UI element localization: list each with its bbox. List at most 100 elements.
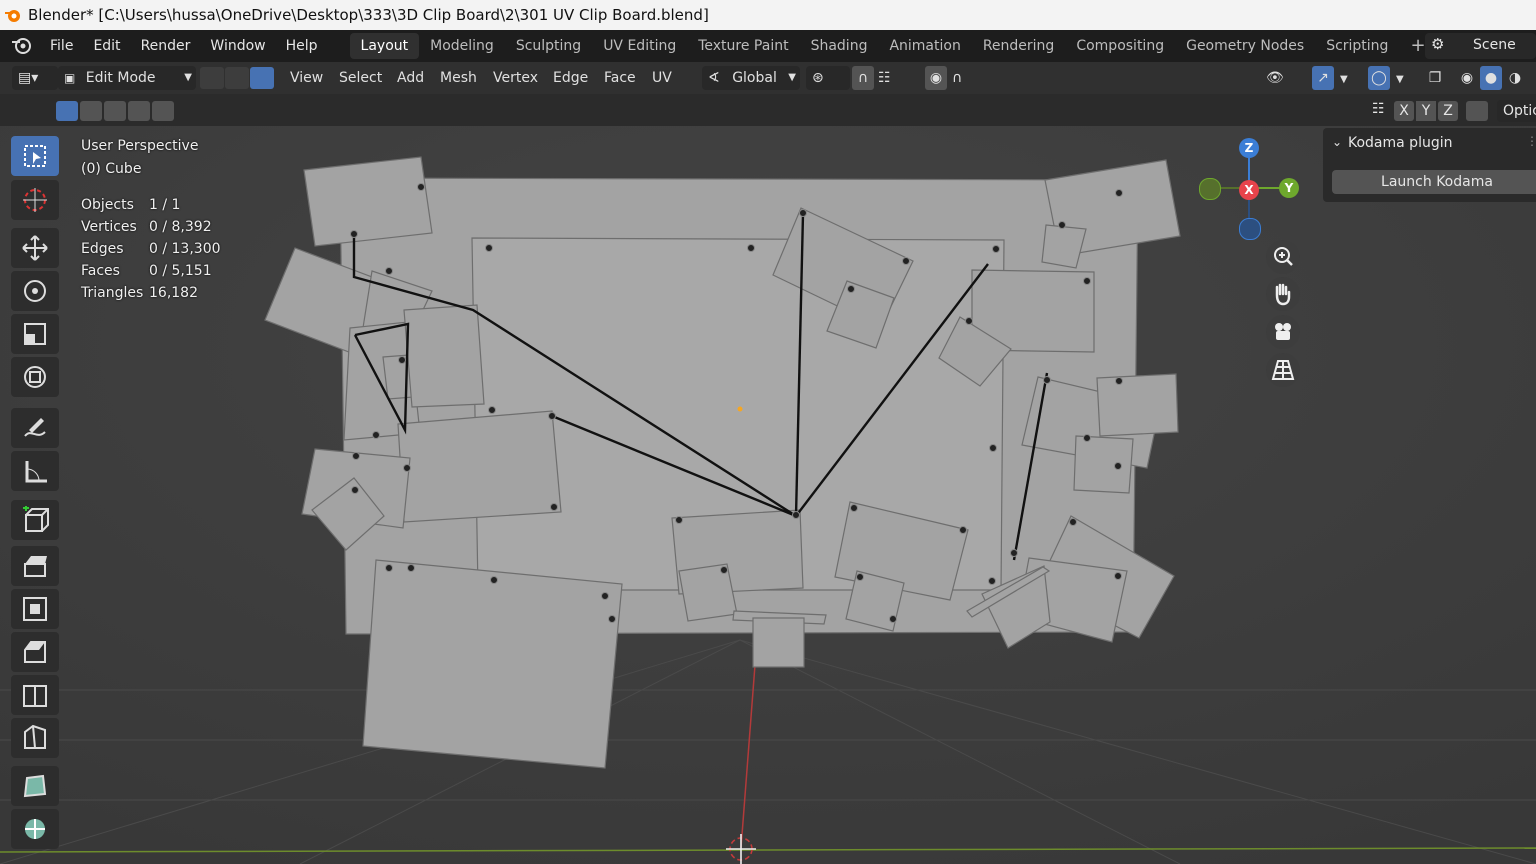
tab-layout[interactable]: Layout [349, 33, 420, 59]
select-intersect-button[interactable] [152, 101, 174, 121]
overlays-icon: ◯ [1371, 70, 1387, 86]
mirror-icon[interactable]: ☷ [1372, 101, 1385, 117]
menu-edge[interactable]: Edge [553, 66, 588, 90]
mirror-y-toggle[interactable]: Y [1416, 101, 1436, 121]
mirror-z-toggle[interactable]: Z [1438, 101, 1458, 121]
knife-tool[interactable] [11, 718, 59, 758]
stat-value-objects: 1 / 1 [149, 197, 181, 213]
topology-mirror-toggle[interactable] [1466, 101, 1488, 121]
transform-orientation-selector[interactable]: ∢ Global ▼ [702, 66, 800, 90]
tab-shading[interactable]: Shading [800, 33, 879, 59]
mirror-x-toggle[interactable]: X [1394, 101, 1414, 121]
transform-tool[interactable] [11, 357, 59, 397]
add-cube-tool[interactable] [11, 500, 59, 540]
tab-rendering[interactable]: Rendering [972, 33, 1066, 59]
gizmo-neg-y-axis[interactable] [1199, 178, 1221, 200]
move-icon [22, 235, 48, 261]
falloff-selector[interactable]: ∩ [952, 66, 986, 90]
proportional-edit-toggle[interactable]: ◉ [925, 66, 947, 90]
menu-file[interactable]: File [40, 30, 83, 62]
pan-button[interactable] [1266, 277, 1300, 311]
mode-selector[interactable]: ▣ Edit Mode ▼ [58, 66, 196, 90]
panel-title[interactable]: Kodama plugin [1348, 135, 1452, 151]
editor-type-selector[interactable]: ▤▾ [12, 66, 58, 90]
loop-cut-tool[interactable] [11, 675, 59, 715]
view-name: User Perspective [81, 138, 199, 154]
select-box-tool[interactable] [11, 136, 59, 176]
shading-solid-button[interactable]: ● [1480, 66, 1502, 90]
menu-add[interactable]: Add [397, 66, 424, 90]
face-select-mode-button[interactable] [250, 67, 274, 89]
vertex-select-mode-button[interactable] [200, 67, 224, 89]
zoom-button[interactable] [1266, 240, 1300, 274]
select-new-button[interactable] [56, 101, 78, 121]
tab-texture-paint[interactable]: Texture Paint [687, 33, 799, 59]
tab-animation[interactable]: Animation [878, 33, 971, 59]
shading-wireframe-button[interactable]: ◉ [1456, 66, 1478, 90]
select-extend-button[interactable] [80, 101, 102, 121]
chevron-down-icon[interactable]: ⌄ [1332, 135, 1342, 149]
gizmo-x-axis[interactable]: X [1239, 180, 1259, 200]
3d-viewport[interactable]: User Perspective (0) Cube Objects 1 / 1 … [0, 126, 1536, 864]
tab-compositing[interactable]: Compositing [1065, 33, 1175, 59]
menu-select[interactable]: Select [339, 66, 382, 90]
projection-toggle-button[interactable] [1266, 353, 1300, 387]
drag-handle-icon[interactable]: ⋮ [1526, 134, 1536, 148]
cursor-tool[interactable] [11, 180, 59, 220]
shading-material-button[interactable]: ◑ [1504, 66, 1526, 90]
scale-tool[interactable] [11, 314, 59, 354]
inset-tool[interactable] [11, 589, 59, 629]
options-dropdown[interactable]: Optic [1497, 100, 1536, 122]
gizmo-y-axis[interactable]: Y [1279, 178, 1299, 198]
tab-sculpting[interactable]: Sculpting [505, 33, 592, 59]
menu-window[interactable]: Window [200, 30, 275, 62]
poly-build-tool[interactable] [11, 766, 59, 806]
blender-menu-icon[interactable] [0, 30, 40, 62]
select-subtract-button[interactable] [104, 101, 126, 121]
xray-toggle[interactable]: ❐ [1424, 66, 1446, 90]
edge-select-mode-button[interactable] [225, 67, 249, 89]
hand-icon [1275, 283, 1291, 306]
gizmo-neg-z-axis[interactable] [1239, 218, 1261, 240]
spin-tool[interactable] [11, 809, 59, 849]
measure-tool[interactable] [11, 451, 59, 491]
overlays-dropdown[interactable]: ▼ [1396, 66, 1410, 90]
menu-render[interactable]: Render [131, 30, 201, 62]
gizmo-dropdown[interactable]: ▼ [1340, 66, 1354, 90]
menu-face[interactable]: Face [604, 66, 636, 90]
menu-view[interactable]: View [290, 66, 323, 90]
tab-scripting[interactable]: Scripting [1315, 33, 1399, 59]
launch-kodama-button[interactable]: Launch Kodama [1332, 170, 1536, 194]
tab-uv-editing[interactable]: UV Editing [592, 33, 687, 59]
mode-label: Edit Mode [85, 70, 156, 86]
menu-edit[interactable]: Edit [83, 30, 130, 62]
mode-icon: ▣ [64, 71, 76, 85]
scene-selector[interactable]: ⚙ Scene [1425, 33, 1536, 59]
gizmo-z-axis[interactable]: Z [1239, 138, 1259, 158]
object-name: (0) Cube [81, 161, 142, 177]
menu-vertex[interactable]: Vertex [493, 66, 538, 90]
stat-value-vertices: 0 / 8,392 [149, 219, 212, 235]
tab-modeling[interactable]: Modeling [419, 33, 505, 59]
visibility-selector[interactable]: 👁 [1266, 66, 1302, 90]
select-invert-button[interactable] [128, 101, 150, 121]
extrude-tool[interactable] [11, 546, 59, 586]
tab-geometry-nodes[interactable]: Geometry Nodes [1175, 33, 1315, 59]
menu-uv[interactable]: UV [652, 66, 672, 90]
chevron-down-icon: ▼ [788, 72, 796, 83]
spin-icon [25, 819, 45, 839]
move-tool[interactable] [11, 228, 59, 268]
orientation-icon: ∢ [708, 70, 720, 86]
menu-help[interactable]: Help [276, 30, 328, 62]
overlays-toggle[interactable]: ◯ [1368, 66, 1390, 90]
rotate-tool[interactable] [11, 271, 59, 311]
bevel-tool[interactable] [11, 632, 59, 672]
menu-mesh[interactable]: Mesh [440, 66, 477, 90]
annotate-tool[interactable] [11, 408, 59, 448]
camera-view-button[interactable] [1266, 315, 1300, 349]
gizmo-toggle[interactable]: ↗ [1312, 66, 1334, 90]
grid-perspective-icon [1271, 360, 1295, 380]
snap-target-selector[interactable]: ☷ [878, 66, 912, 90]
snap-toggle[interactable]: ∩ [852, 66, 874, 90]
pivot-point-selector[interactable]: ⊛ [806, 66, 850, 90]
